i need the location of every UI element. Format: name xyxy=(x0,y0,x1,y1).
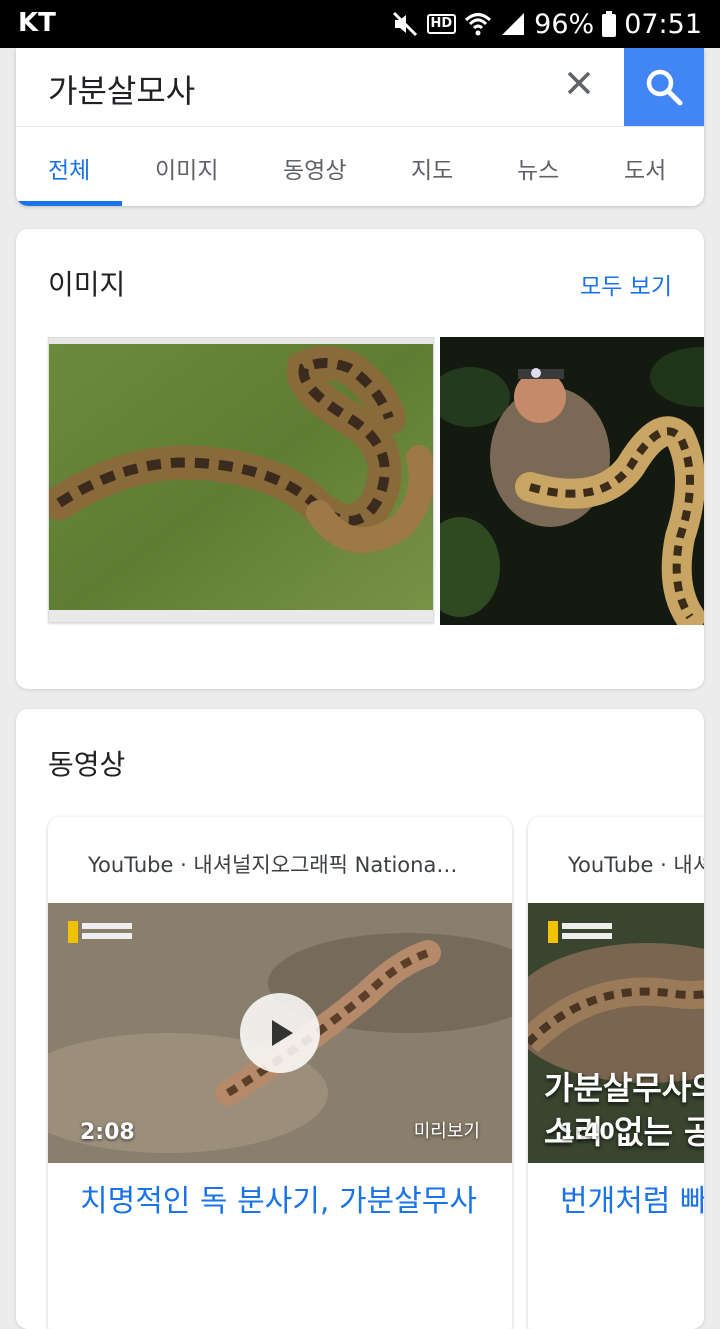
mute-icon xyxy=(392,11,417,37)
video-title-link[interactable]: 치명적인 독 분사기, 가분살무사 xyxy=(80,1183,480,1221)
tab-news[interactable]: 뉴스 xyxy=(517,151,559,185)
clock: 07:51 xyxy=(624,8,702,40)
tab-videos[interactable]: 동영상 xyxy=(283,151,346,185)
carrier-label: KT xyxy=(18,8,56,38)
tab-books[interactable]: 도서 xyxy=(624,151,666,185)
see-all-images-link[interactable]: 모두 보기 xyxy=(580,267,672,301)
battery-icon xyxy=(602,11,617,37)
man-with-snake-image xyxy=(440,337,704,625)
tab-all[interactable]: 전체 xyxy=(48,151,90,185)
search-icon xyxy=(646,69,683,106)
video-thumbnail[interactable]: 2:08 미리보기 xyxy=(48,903,512,1163)
image-result-1[interactable] xyxy=(48,337,434,623)
video-thumbnail[interactable]: 가분살무사의 소리 없는 공 1:40 xyxy=(528,903,704,1163)
images-section: 이미지 모두 보기 xyxy=(16,229,704,689)
play-icon xyxy=(272,1020,293,1046)
videos-section-title: 동영상 xyxy=(48,748,126,781)
tab-maps[interactable]: 지도 xyxy=(411,151,453,185)
status-icons: HD 96% 07:51 xyxy=(391,6,702,42)
videos-section: 동영상 YouTube · 내셔널지오그래픽 Nationa… 2:08 미리보… xyxy=(16,709,704,1329)
clear-search-button[interactable] xyxy=(564,68,594,98)
hd-badge: HD xyxy=(426,14,457,34)
status-bar: KT HD 96% 07:51 xyxy=(0,0,720,48)
preview-label[interactable]: 미리보기 xyxy=(414,1117,480,1143)
video-result-1[interactable]: YouTube · 내셔널지오그래픽 Nationa… 2:08 미리보기 치명… xyxy=(48,817,512,1329)
video-title-link[interactable]: 번개처럼 빠른 xyxy=(560,1183,704,1221)
wifi-icon xyxy=(465,13,492,36)
battery-percent: 96% xyxy=(534,8,595,40)
images-section-title: 이미지 xyxy=(48,268,126,301)
video-source: YouTube · 내셔널지오그래픽 Nationa… xyxy=(88,853,458,877)
play-button[interactable] xyxy=(240,993,320,1073)
close-icon xyxy=(567,71,591,95)
video-result-2[interactable]: YouTube · 내셔 가분살무사의 소리 없는 공 1:40 번개처럼 빠른 xyxy=(528,817,704,1329)
image-result-2[interactable] xyxy=(440,337,704,625)
snake-on-grass-image xyxy=(49,338,433,622)
search-bar: 가분살모사 xyxy=(16,48,704,127)
thumbnail-caption-line1: 가분살무사의 xyxy=(544,1069,704,1107)
video-source: YouTube · 내셔 xyxy=(568,853,704,877)
tab-images[interactable]: 이미지 xyxy=(155,151,218,185)
video-duration: 1:40 xyxy=(560,1120,615,1145)
search-tabs: 전체 이미지 동영상 지도 뉴스 도서 xyxy=(16,127,704,206)
video-duration: 2:08 xyxy=(80,1120,135,1145)
search-input[interactable]: 가분살모사 xyxy=(48,66,195,112)
active-tab-indicator xyxy=(16,201,122,206)
search-card: 가분살모사 전체 이미지 동영상 지도 뉴스 도서 xyxy=(16,48,704,206)
signal-icon xyxy=(502,13,525,35)
search-button[interactable] xyxy=(624,48,704,126)
